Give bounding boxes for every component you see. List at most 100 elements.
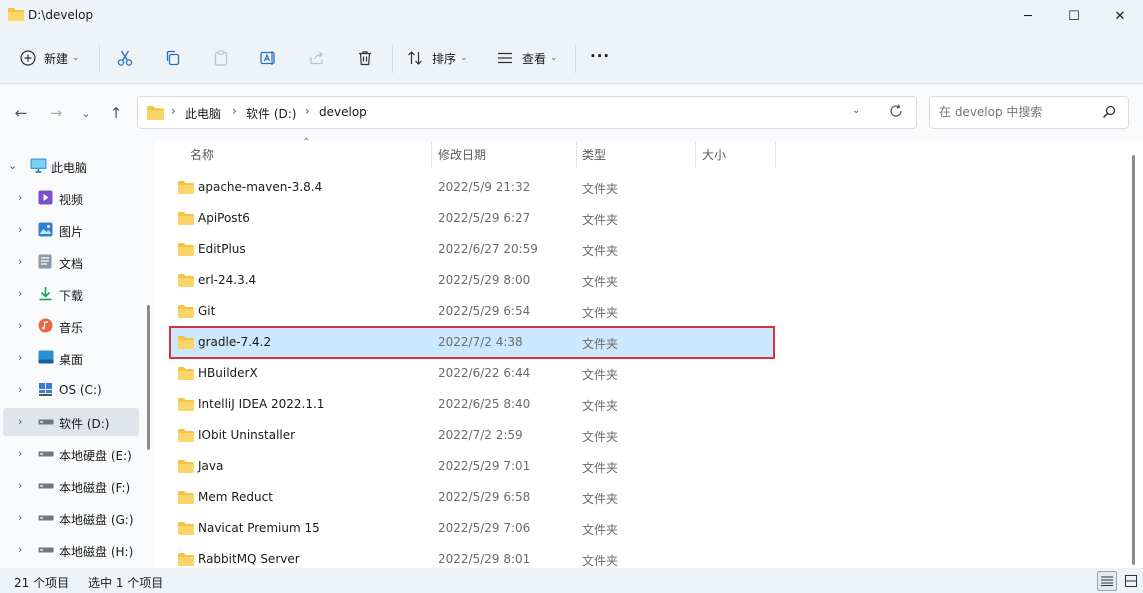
sidebar-item-label: 本地磁盘 (G:): [59, 513, 134, 527]
file-type: 文件夹: [582, 554, 619, 568]
chevron-right-icon: ›: [18, 255, 23, 268]
file-type: 文件夹: [582, 337, 619, 351]
sidebar-item-label: 图片: [59, 225, 84, 239]
sidebar-item-drive-f[interactable]: › 本地磁盘 (F:): [0, 472, 140, 500]
file-row[interactable]: HBuilderX 2022/6/22 6:44 文件夹: [170, 358, 774, 389]
recent-locations-button[interactable]: ⌄: [75, 102, 97, 124]
minimize-button[interactable]: ─: [1005, 0, 1051, 32]
column-header-name[interactable]: 名称: [190, 146, 214, 163]
back-button[interactable]: ←: [10, 102, 32, 124]
file-type: 文件夹: [582, 306, 619, 320]
cut-button[interactable]: [116, 44, 134, 72]
breadcrumb-develop[interactable]: develop: [319, 105, 367, 119]
folder-icon: [178, 522, 194, 535]
file-row[interactable]: ApiPost6 2022/5/29 6:27 文件夹: [170, 203, 774, 234]
file-row[interactable]: IntelliJ IDEA 2022.1.1 2022/6/25 8:40 文件夹: [170, 389, 774, 420]
file-row[interactable]: IObit Uninstaller 2022/7/2 2:59 文件夹: [170, 420, 774, 451]
file-name: ApiPost6: [198, 211, 250, 225]
chevron-right-icon: ›: [18, 543, 23, 556]
sidebar-item-videos[interactable]: › 视频: [0, 184, 140, 212]
sidebar-item-drive-e[interactable]: › 本地硬盘 (E:): [0, 440, 140, 468]
file-row[interactable]: Java 2022/5/29 7:01 文件夹: [170, 451, 774, 482]
new-label: 新建: [44, 51, 69, 66]
column-divider[interactable]: [775, 142, 776, 168]
sidebar-item-drive-c[interactable]: › OS (C:): [0, 376, 140, 404]
forward-button[interactable]: →: [45, 102, 67, 124]
drive-icon: [38, 451, 54, 457]
computer-icon: [30, 158, 47, 173]
file-modified-date: 2022/6/25 8:40: [438, 397, 531, 411]
chevron-down-icon: ⌄: [72, 53, 80, 63]
sidebar-item-drive-h[interactable]: › 本地磁盘 (H:): [0, 536, 140, 564]
file-list-scrollbar[interactable]: [1132, 155, 1135, 565]
close-button[interactable]: ✕: [1097, 0, 1143, 32]
sidebar-item-music[interactable]: › 音乐: [0, 312, 140, 340]
file-row[interactable]: apache-maven-3.8.4 2022/5/9 21:32 文件夹: [170, 172, 774, 203]
sidebar-item-label: 桌面: [59, 353, 84, 367]
sidebar-item-label: 本地硬盘 (E:): [59, 449, 132, 463]
breadcrumb-drive-d[interactable]: 软件 (D:): [246, 105, 296, 122]
drive-icon: [38, 547, 54, 553]
breadcrumb-this-pc[interactable]: 此电脑: [185, 105, 221, 122]
column-divider[interactable]: [431, 142, 432, 168]
sidebar-item-desktop[interactable]: › 桌面: [0, 344, 140, 372]
sort-button[interactable]: 排序 ⌄: [406, 44, 468, 72]
folder-icon: [178, 367, 194, 380]
column-header-type[interactable]: 类型: [582, 146, 606, 163]
file-row[interactable]: erl-24.3.4 2022/5/29 8:00 文件夹: [170, 265, 774, 296]
file-row[interactable]: EditPlus 2022/6/27 20:59 文件夹: [170, 234, 774, 265]
chevron-right-icon: ›: [18, 287, 23, 300]
view-button[interactable]: 查看 ⌄: [496, 44, 558, 72]
paste-button[interactable]: [212, 44, 230, 72]
file-row[interactable]: Git 2022/5/29 6:54 文件夹: [170, 296, 774, 327]
tiles-view-button[interactable]: [1121, 571, 1141, 591]
sidebar-item-downloads[interactable]: › 下载: [0, 280, 140, 308]
file-name: Mem Reduct: [198, 490, 273, 504]
share-button[interactable]: [308, 44, 326, 72]
file-modified-date: 2022/5/29 6:27: [438, 211, 531, 225]
folder-icon: [178, 274, 194, 287]
maximize-button[interactable]: ☐: [1051, 0, 1097, 32]
up-button[interactable]: ↑: [105, 102, 127, 124]
file-row[interactable]: Mem Reduct 2022/5/29 6:58 文件夹: [170, 482, 774, 513]
file-type: 文件夹: [582, 461, 619, 475]
sort-label: 排序: [432, 51, 457, 66]
sidebar-item-label: 文档: [59, 257, 84, 271]
address-bar[interactable]: › 此电脑 › 软件 (D:) › develop ⌄: [137, 96, 917, 129]
file-name: erl-24.3.4: [198, 273, 257, 287]
column-divider[interactable]: [576, 142, 577, 168]
column-header-size[interactable]: 大小: [702, 146, 726, 163]
arrow-left-icon: ←: [14, 104, 28, 122]
file-name: IntelliJ IDEA 2022.1.1: [198, 397, 325, 411]
rename-button[interactable]: [259, 44, 277, 72]
file-name: Java: [198, 459, 224, 473]
refresh-icon[interactable]: [888, 103, 904, 119]
folder-icon: [178, 429, 194, 442]
column-header-modified[interactable]: 修改日期: [438, 146, 486, 163]
details-view-button[interactable]: [1097, 571, 1117, 591]
sidebar-item-drive-d[interactable]: › 软件 (D:): [3, 408, 139, 436]
folder-icon: [8, 8, 24, 21]
sidebar-item-this-pc[interactable]: ⌄ 此电脑: [0, 152, 140, 180]
close-icon: ✕: [1114, 8, 1126, 24]
search-input[interactable]: [939, 105, 1099, 119]
search-box[interactable]: [929, 96, 1129, 129]
sidebar-scrollbar[interactable]: [147, 305, 150, 450]
music-icon: [38, 318, 53, 333]
arrow-up-icon: ↑: [109, 104, 123, 122]
column-divider[interactable]: [695, 142, 696, 168]
new-button[interactable]: 新建 ⌄: [20, 44, 80, 72]
sidebar-item-label: 下载: [59, 289, 84, 303]
sidebar-item-documents[interactable]: › 文档: [0, 248, 140, 276]
file-modified-date: 2022/7/2 2:59: [438, 428, 523, 442]
sidebar-item-drive-g[interactable]: › 本地磁盘 (G:): [0, 504, 140, 532]
more-options-button[interactable]: ···: [590, 42, 610, 70]
delete-button[interactable]: [356, 44, 374, 72]
file-row[interactable]: gradle-7.4.2 2022/7/2 4:38 文件夹: [169, 326, 775, 359]
sidebar-item-pictures[interactable]: › 图片: [0, 216, 140, 244]
copy-icon: [166, 50, 180, 66]
file-row[interactable]: Navicat Premium 15 2022/5/29 7:06 文件夹: [170, 513, 774, 544]
file-name: apache-maven-3.8.4: [198, 180, 323, 194]
copy-button[interactable]: [164, 44, 182, 72]
address-dropdown-button[interactable]: ⌄: [852, 105, 860, 116]
